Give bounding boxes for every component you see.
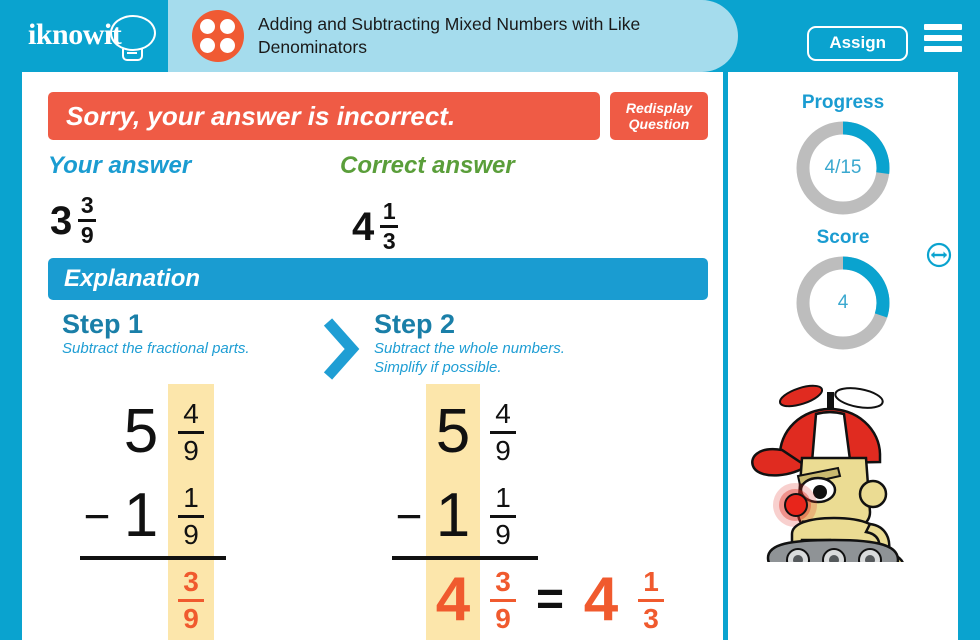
step-2-subtrahend-fraction: 1 9 [480,481,526,550]
step-1-minuend-whole: 5 [123,397,159,466]
step-2-result-denominator: 9 [495,602,511,634]
step-2-minuend-fraction: 4 9 [480,397,526,466]
step-2-operator: − [395,490,423,542]
status-badge: Sorry, your answer is incorrect. [48,92,600,140]
correct-answer-whole: 4 [352,204,375,249]
step-1-subtrahend-whole: 1 [123,481,159,550]
step-2-minuend-whole: 5 [435,397,471,466]
your-answer-denominator: 9 [80,222,94,248]
fraction-bar [178,514,204,518]
step-2-heading: Step 2 Subtract the whole numbers. Simpl… [374,310,565,378]
step-1-minuend-numerator: 4 [183,397,199,429]
step-2-subtrahend-row: − 1 1 9 [392,474,674,558]
logo-text: iknowit [28,18,122,51]
lightbulb-icon [110,15,156,51]
step-1-subtrahend-denominator: 9 [183,518,199,550]
step-2-result-numerator: 3 [495,565,511,597]
fraction-bar [490,598,516,602]
step-1-minuend-row: 5 4 9 [80,390,214,474]
step-1-description: Subtract the fractional parts. [62,340,250,358]
step-2-subtrahend-denominator: 9 [495,518,511,550]
correct-answer-fraction: 1 3 [380,198,399,254]
step-2-simplified-numerator: 1 [643,565,659,597]
redisplay-line-2: Question [628,116,690,132]
correct-answer-label: Correct answer [340,152,515,179]
step-2-work: 5 4 9 − 1 1 9 4 3 9 = 4 1 3 [392,384,674,640]
step-2-result-row: 4 3 9 = 4 1 3 [392,558,674,640]
correct-answer-value: 4 1 3 [352,198,399,254]
step-1-subtrahend-row: − 1 1 9 [80,474,214,558]
step-2-desc-line-1: Subtract the whole numbers. [374,340,565,358]
your-answer-whole: 3 [50,198,73,243]
step-1-minuend-denominator: 9 [183,434,199,466]
score-label: Score [816,227,870,248]
equals-sign: = [536,573,565,626]
step-1-result-denominator: 9 [183,602,199,634]
step-1-sum-rule [80,556,226,560]
app-header: iknowit Adding and Subtracting Mixed Num… [0,0,980,72]
progress-value: 4/15 [824,157,862,178]
redisplay-question-button[interactable]: Redisplay Question [610,92,708,140]
fraction-bar [490,430,516,434]
step-2-simplified-denominator: 3 [643,602,659,634]
step-2-description: Subtract the whole numbers. Simplify if … [374,340,565,378]
step-2-minuend-numerator: 4 [495,397,511,429]
correct-answer-denominator: 3 [382,228,396,254]
step-2-subtrahend-whole: 1 [435,481,471,550]
correct-answer-numerator: 1 [382,198,396,224]
lightbulb-base-icon [122,49,143,61]
step-1-result-row: 3 9 [80,558,214,640]
step-1-minuend-fraction: 4 9 [168,397,214,466]
four-dots-circle-icon [192,10,244,62]
your-answer-numerator: 3 [80,192,94,218]
step-1-title: Step 1 [62,309,144,339]
step-2-sum-rule [392,556,538,560]
chevron-right-icon [322,316,362,382]
progress-ring: 4/15 [793,118,893,218]
explanation-title: Explanation [64,265,201,292]
robot-mascot-propeller-hat[interactable] [746,372,936,562]
lesson-title-banner: Adding and Subtracting Mixed Numbers wit… [168,0,738,72]
step-2-simplified-fraction: 1 3 [628,565,674,634]
score-ring: 4 [793,253,893,353]
step-2-simplified-whole: 4 [583,565,619,634]
step-1-work: 5 4 9 − 1 1 9 3 9 [80,384,226,640]
resize-horizontal-icon[interactable] [926,242,952,273]
app-root: iknowit Adding and Subtracting Mixed Num… [0,0,980,640]
page-title: Adding and Subtracting Mixed Numbers wit… [258,14,641,57]
main-content: Sorry, your answer is incorrect. Redispl… [22,72,723,640]
hamburger-menu-icon[interactable] [924,24,962,52]
feedback-row: Sorry, your answer is incorrect. Redispl… [48,92,708,140]
step-1-result-numerator: 3 [183,565,199,597]
your-answer-label: Your answer [48,152,192,179]
fraction-bar [178,598,204,602]
step-2-minuend-row: 5 4 9 [392,390,674,474]
step-2-result-whole: 4 [435,565,471,634]
content-stage: Sorry, your answer is incorrect. Redispl… [22,72,958,640]
explanation-header: Explanation [48,258,708,300]
iknowit-logo[interactable]: iknowit [28,13,168,61]
your-answer-value: 3 3 9 [50,192,97,248]
step-1-subtrahend-numerator: 1 [183,481,199,513]
redisplay-line-1: Redisplay [625,99,693,116]
step-1-heading: Step 1 Subtract the fractional parts. [62,310,250,359]
step-1-subtrahend-fraction: 1 9 [168,481,214,550]
your-answer-fraction: 3 9 [78,192,97,248]
fraction-bar [178,430,204,434]
step-2-result-fraction: 3 9 [480,565,526,634]
step-2-minuend-denominator: 9 [495,434,511,466]
status-sidebar: Progress 4/15 Score 4 [728,72,958,640]
step-2-desc-line-2: Simplify if possible. [374,359,502,377]
assign-button[interactable]: Assign [807,26,908,61]
step-2-subtrahend-numerator: 1 [495,481,511,513]
step-1-operator: − [83,490,111,542]
progress-label: Progress [801,92,885,113]
feedback-message: Sorry, your answer is incorrect. [66,100,456,131]
step-2-title: Step 2 [374,309,456,339]
step-1-result-fraction: 3 9 [168,565,214,634]
score-value: 4 [837,292,849,313]
fraction-bar [490,514,516,518]
fraction-bar [638,598,665,602]
